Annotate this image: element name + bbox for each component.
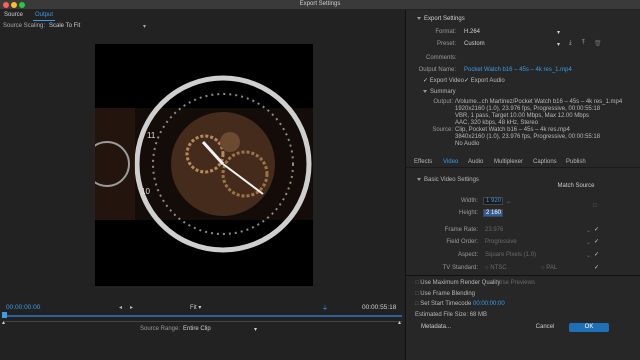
summary-source-label: Source: <box>432 127 453 133</box>
timeline-track[interactable] <box>4 315 402 317</box>
zoom-fit-dropdown[interactable]: Fit ▾ <box>190 304 201 311</box>
summary-source-details: Clip, Pocket Watch b16 – 45s – 4k res.mp… <box>455 127 601 147</box>
max-render-quality-checkbox[interactable]: □ Use Maximum Render Quality <box>415 280 500 286</box>
frame-rate-match-checkbox[interactable]: ✓ <box>594 226 599 233</box>
window-title: Export Settings <box>299 1 341 7</box>
pocket-watch-frame: 11 10 <box>84 75 313 253</box>
summary-output-details: /Volume...ch Martinez/Pocket Watch b16 –… <box>455 99 623 126</box>
svg-text:11: 11 <box>147 131 156 140</box>
tab-publish[interactable]: Publish <box>566 159 586 165</box>
export-video-checkbox[interactable]: ✓ Export Video <box>423 77 464 84</box>
settings-tabs: Effects Video Audio Multiplexer Captions… <box>406 156 640 168</box>
playhead[interactable] <box>2 312 7 318</box>
range-track <box>4 321 402 322</box>
mark-in-icon[interactable]: ◂ <box>119 304 122 311</box>
summary-output-label: Output: <box>433 99 453 105</box>
height-field[interactable]: 2 160 <box>483 209 503 217</box>
ripple-icon[interactable]: ⏚ <box>322 303 328 312</box>
frame-rate-dropdown[interactable]: 23.976 ⌄ <box>485 227 591 234</box>
tab-multiplexer[interactable]: Multiplexer <box>494 159 523 165</box>
tab-audio[interactable]: Audio <box>468 159 483 165</box>
tv-pal-radio[interactable]: ○ PAL <box>541 265 557 271</box>
frame-rate-label: Frame Rate: <box>444 227 478 233</box>
format-dropdown[interactable]: H.264 ▾ <box>464 29 560 36</box>
preset-label: Preset: <box>436 41 456 47</box>
width-label: Width: <box>460 198 478 204</box>
tv-standard-label: TV Standard: <box>442 265 478 271</box>
aspect-dropdown[interactable]: Square Pixels (1.0) ⌄ <box>485 252 591 259</box>
format-label: Format: <box>435 29 456 35</box>
height-label: Height: <box>458 210 478 216</box>
field-order-match-checkbox[interactable]: ✓ <box>594 238 599 245</box>
estimated-file-size: Estimated File Size: 68 MB <box>415 312 488 318</box>
checkbox-size[interactable]: □ <box>593 203 597 209</box>
svg-text:10: 10 <box>141 187 150 196</box>
tv-standard-match-checkbox[interactable]: ✓ <box>594 264 599 271</box>
tab-effects[interactable]: Effects <box>414 159 432 165</box>
comments-label: Comments: <box>426 55 457 61</box>
metadata-button[interactable]: Metadata... <box>416 323 456 332</box>
source-range-dropdown[interactable]: Entire Clip ▾ <box>183 326 257 333</box>
source-scaling-dropdown[interactable]: Scale To Fit <box>49 23 149 29</box>
tv-ntsc-radio[interactable]: ○ NTSC <box>485 265 507 271</box>
aspect-label: Aspect: <box>457 252 478 258</box>
mark-out-icon[interactable]: ▸ <box>130 304 133 311</box>
width-field[interactable]: 1 920 <box>483 197 503 205</box>
in-point-handle[interactable]: ▴ <box>2 319 5 326</box>
source-output-panel: Source Output Source Scaling: Scale To F… <box>0 10 405 360</box>
export-audio-checkbox[interactable]: ✓ Export Audio <box>464 77 505 84</box>
out-point-handle[interactable]: ▴ <box>398 319 401 326</box>
frame-blending-checkbox[interactable]: □ Use Frame Blending <box>415 291 475 297</box>
export-settings-panel: Export Settings Format: H.264 ▾ Preset: C… <box>405 10 640 360</box>
export-settings-header[interactable]: Export Settings <box>417 16 465 22</box>
save-preset-icon[interactable]: ⤓ <box>569 40 572 47</box>
tab-captions[interactable]: Captions <box>533 159 557 165</box>
tab-output[interactable]: Output <box>33 12 56 21</box>
title-bar: Export Settings <box>0 0 640 10</box>
timecode-in: 00:00:00:00 <box>6 304 41 311</box>
basic-video-header[interactable]: Basic Video Settings <box>417 177 479 183</box>
ok-button[interactable]: OK <box>569 323 609 332</box>
output-name-link[interactable]: Pocket Watch b16 – 45s – 4k res_1.mp4 <box>464 67 572 73</box>
field-order-dropdown[interactable]: Progressive ⌄ <box>485 239 591 246</box>
source-scaling-label: Source Scaling: <box>3 23 46 29</box>
use-previews-checkbox[interactable]: □ Use Previews <box>493 280 535 286</box>
tab-source[interactable]: Source <box>2 12 25 21</box>
link-dimensions-icon[interactable]: ⌐ <box>507 200 511 206</box>
summary-header[interactable]: Summary <box>423 89 456 95</box>
start-timecode-checkbox[interactable]: □ Set Start Timecode 00:00:00:00 <box>415 301 505 307</box>
delete-preset-icon[interactable]: 🗑 <box>594 40 602 47</box>
video-preview: 11 10 <box>84 44 313 286</box>
chevron-down-icon: ▾ <box>143 24 147 30</box>
output-name-label: Output Name: <box>418 67 456 73</box>
preset-dropdown[interactable]: Custom ▾ <box>464 41 560 48</box>
field-order-label: Field Order: <box>446 239 478 245</box>
source-range-label: Source Range: <box>140 326 181 332</box>
match-source-button[interactable]: Match Source <box>556 182 596 191</box>
tab-video[interactable]: Video <box>443 159 458 165</box>
timecode-out: 00:00:55:18 <box>362 304 397 311</box>
cancel-button[interactable]: Cancel <box>526 323 564 332</box>
divider <box>406 275 640 276</box>
import-preset-icon[interactable]: ⤒ <box>582 40 585 47</box>
aspect-match-checkbox[interactable]: ✓ <box>594 251 599 258</box>
